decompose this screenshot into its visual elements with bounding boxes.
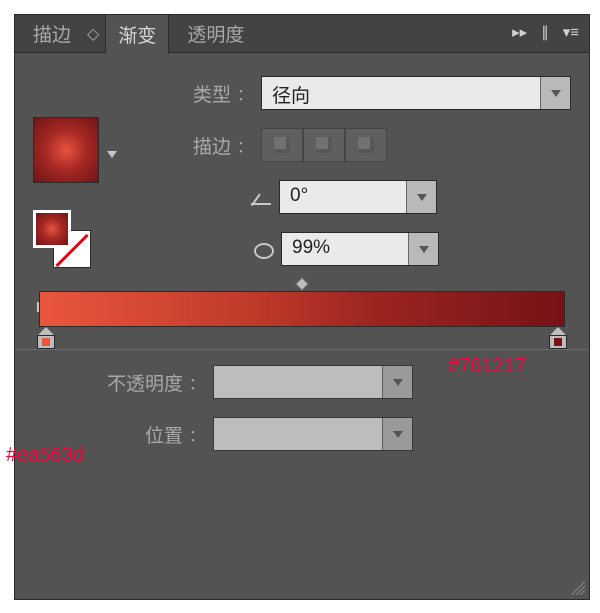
aspect-input[interactable]: 99%: [281, 232, 439, 266]
stroke-align-group: [261, 128, 387, 162]
gradient-ramp[interactable]: [39, 291, 565, 327]
label-stroke: 描边: [153, 132, 231, 159]
label-type: 类型: [153, 80, 231, 107]
label-location: 位置: [73, 421, 183, 448]
stroke-align-out-button: [345, 128, 387, 162]
gradient-swatch-menu-caret-icon[interactable]: [107, 151, 117, 158]
colon: ：: [237, 81, 253, 105]
opacity-input[interactable]: [213, 365, 413, 399]
type-select[interactable]: 径向: [261, 76, 571, 110]
chevron-down-icon[interactable]: [382, 418, 412, 450]
tab-separator-icon: ◇: [87, 24, 99, 44]
stroke-align-in-button: [261, 128, 303, 162]
aspect-ratio-icon: [251, 240, 275, 258]
gradient-slider[interactable]: ▥: [39, 291, 565, 327]
panel-menu-icon[interactable]: ▾≡: [563, 23, 579, 41]
dock-icon[interactable]: ∥: [541, 23, 549, 41]
aspect-value: 99%: [282, 233, 408, 265]
row-opacity: 不透明度 ：: [73, 360, 571, 404]
gradient-panel: 描边 ◇ 渐变 透明度 ▸▸ ∥ ▾≡ 类型 ： 径向: [14, 14, 590, 600]
tab-stroke[interactable]: 描边: [21, 14, 83, 53]
opacity-value: [214, 366, 382, 398]
colon: ：: [189, 422, 205, 446]
chevron-down-icon[interactable]: [406, 181, 436, 213]
stroke-align-center-button: [303, 128, 345, 162]
row-stroke: 描边 ：: [153, 123, 571, 167]
midpoint-diamond-icon[interactable]: [295, 277, 309, 291]
row-angle: 0°: [153, 175, 571, 219]
row-location: 位置 ：: [73, 412, 571, 456]
chevron-down-icon[interactable]: [540, 77, 570, 109]
angle-input[interactable]: 0°: [279, 180, 437, 214]
tab-gradient[interactable]: 渐变: [105, 14, 169, 54]
resize-grip-icon[interactable]: [571, 581, 585, 595]
colon: ：: [237, 133, 253, 157]
chevron-down-icon[interactable]: [408, 233, 438, 265]
location-input[interactable]: [213, 417, 413, 451]
collapse-icon[interactable]: ▸▸: [512, 23, 527, 41]
fill-swatch[interactable]: [33, 210, 71, 248]
chevron-down-icon[interactable]: [382, 366, 412, 398]
gradient-stop-right[interactable]: [549, 327, 567, 349]
fill-stroke-swatches: [33, 210, 91, 268]
divider: [15, 349, 589, 350]
gradient-preview-swatch[interactable]: [33, 117, 99, 183]
angle-value: 0°: [280, 181, 406, 213]
tab-bar: 描边 ◇ 渐变 透明度 ▸▸ ∥ ▾≡: [15, 15, 589, 53]
gradient-stop-left[interactable]: [37, 327, 55, 349]
colon: ：: [189, 370, 205, 394]
row-type: 类型 ： 径向: [153, 71, 571, 115]
tab-transparency[interactable]: 透明度: [175, 14, 256, 53]
label-opacity: 不透明度: [73, 369, 183, 396]
type-select-value: 径向: [262, 77, 540, 109]
panel-body: 类型 ： 径向 描边 ：: [15, 53, 589, 476]
row-aspect: 99%: [153, 227, 571, 271]
location-value: [214, 418, 382, 450]
angle-icon: [251, 189, 273, 205]
